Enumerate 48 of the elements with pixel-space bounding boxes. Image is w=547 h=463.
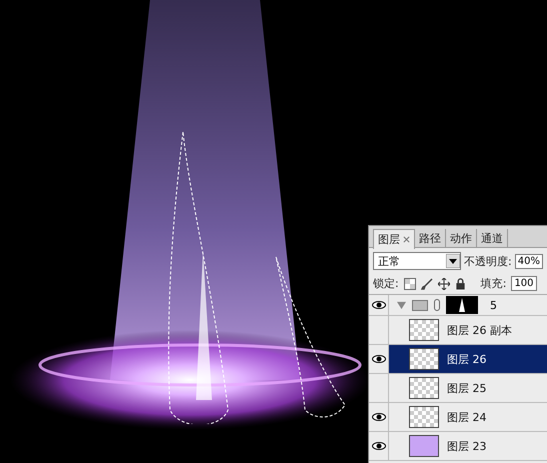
move-icon[interactable] [438,278,450,290]
panel-tab[interactable]: 图层 [373,229,415,249]
chain-icon [434,299,440,311]
layer-thumbnail [409,319,439,341]
visibility-toggle[interactable] [369,432,389,460]
layer-name: 图层 24 [447,410,486,424]
layer-thumbnail [409,406,439,428]
layer-thumbnail [409,435,439,457]
visibility-toggle[interactable] [369,403,389,431]
opacity-label: 不透明度: [464,254,512,268]
tab-label: 路径 [419,231,441,246]
layer-row[interactable]: 图层 23 [369,432,547,461]
tab-label: 通道 [481,231,503,246]
visibility-toggle[interactable] [369,345,389,373]
eye-icon[interactable] [372,301,386,309]
panel-tab[interactable]: 动作 [446,229,477,248]
fill-field[interactable]: 100 [511,276,537,291]
opacity-field[interactable]: 40% [514,254,543,268]
group-name: 5 [490,298,497,312]
layer-row[interactable]: 图层 24 [369,403,547,432]
layer-name: 图层 26 [447,352,486,366]
dropdown-arrow-icon [446,254,460,268]
layer-name: 图层 25 [447,380,486,396]
blend-mode-dropdown[interactable]: 正常 [373,252,461,270]
brush-icon[interactable] [420,278,433,290]
layer-name: 图层 23 [447,438,486,454]
layer-thumbnail [409,348,439,370]
expand-triangle-icon[interactable] [397,300,406,310]
fill-label: 填充: [480,276,506,291]
folder-icon [412,299,428,311]
mask-thumbnail [446,296,478,314]
close-icon[interactable] [403,236,410,243]
layer-thumbnail [409,377,439,399]
lock-label: 锁定: [373,276,399,291]
layer-name: 图层 26 副本 [447,322,512,338]
eye-icon[interactable] [372,355,386,363]
tab-label: 图层 [378,232,400,247]
panel-tab[interactable]: 路径 [415,229,446,248]
tab-label: 动作 [450,231,472,246]
layer-group-row[interactable]: 5 [369,295,547,316]
blend-mode-value: 正常 [378,254,400,268]
eye-icon[interactable] [372,413,386,421]
layer-row[interactable]: 图层 26 [369,345,547,374]
lock-transparency-icon[interactable] [404,278,416,290]
lock-icon[interactable] [454,278,466,290]
eye-icon[interactable] [372,442,386,450]
panel-tab[interactable]: 通道 [477,229,508,248]
layer-row[interactable]: 图层 25 [369,374,547,403]
